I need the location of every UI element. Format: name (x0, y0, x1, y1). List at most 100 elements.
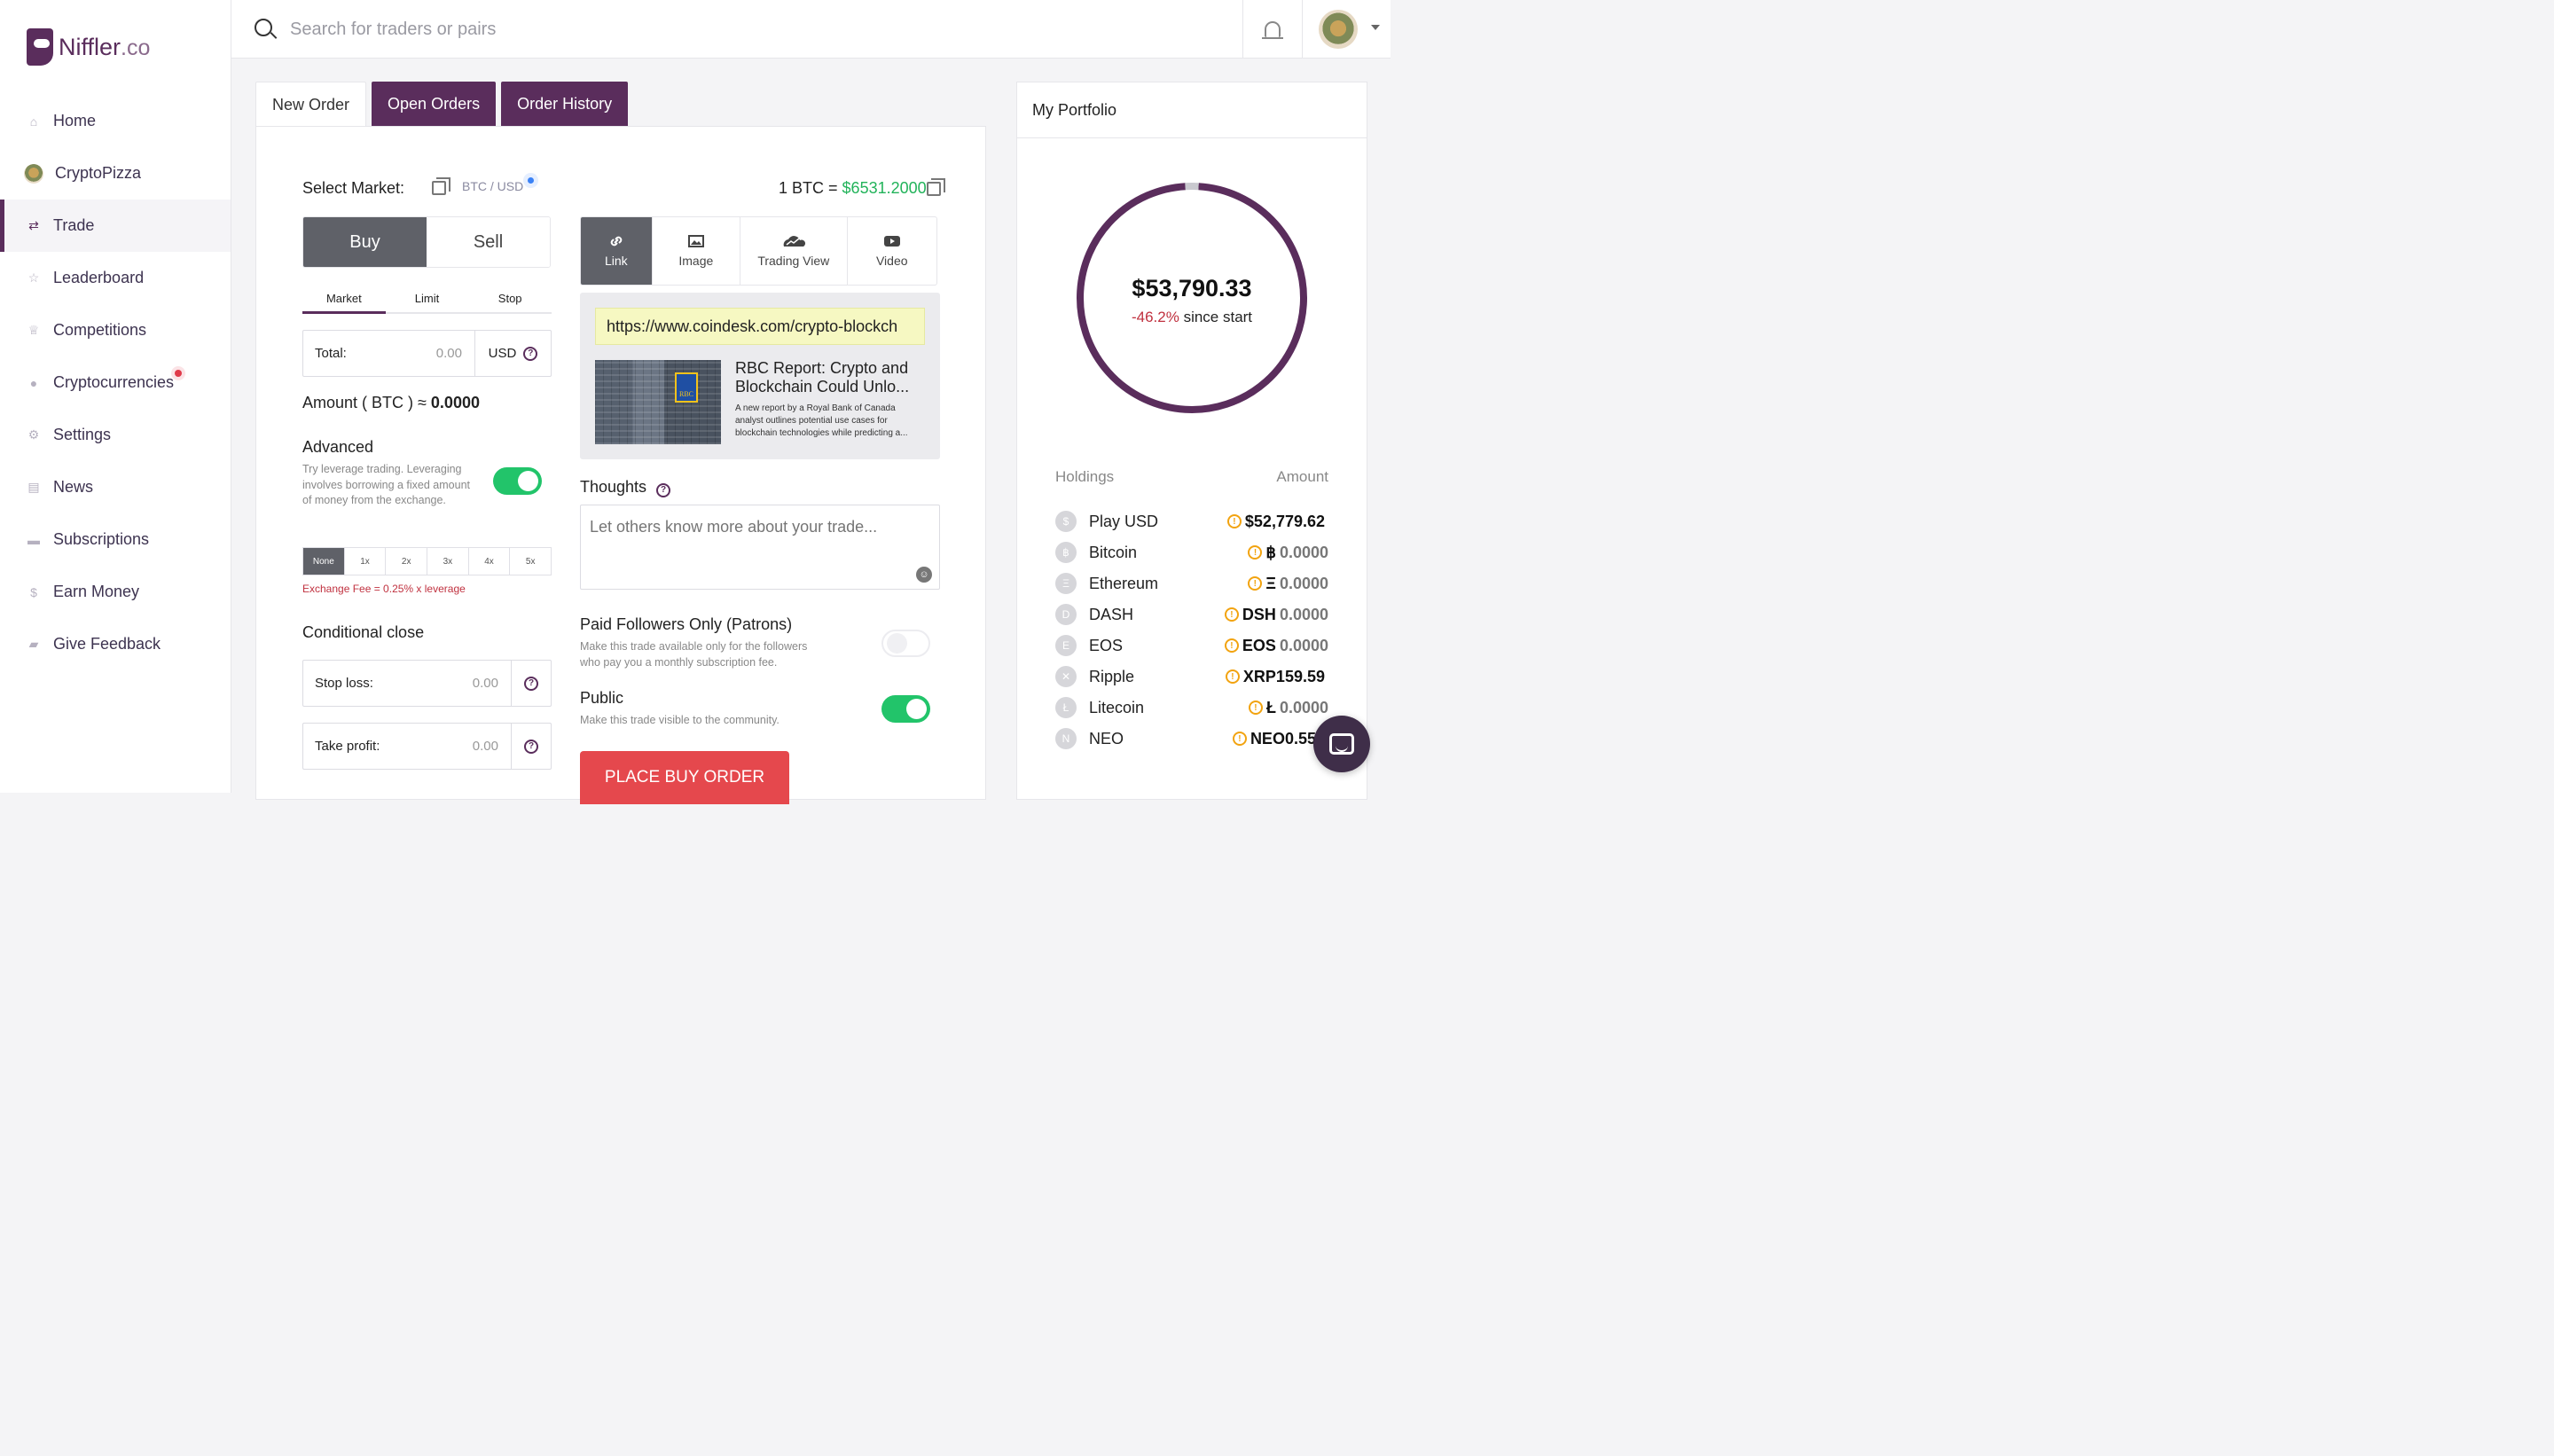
tab-video[interactable]: Video (848, 217, 937, 285)
warning-icon[interactable]: ! (1248, 545, 1263, 560)
holdings-header: Holdings Amount (1055, 468, 1328, 486)
tab-limit[interactable]: Limit (386, 283, 469, 312)
holding-row-litecoin[interactable]: Ł Litecoin ! Ł 0.0000 (1055, 694, 1328, 721)
warning-icon[interactable]: ! (1232, 732, 1247, 746)
holding-row-dash[interactable]: D DASH ! DSH 0.0000 (1055, 601, 1328, 628)
public-toggle[interactable] (881, 695, 930, 723)
sidebar-item-label: Trade (53, 216, 95, 234)
holding-row-neo[interactable]: N NEO! NEO0.558 (1055, 725, 1328, 752)
notifications-button[interactable] (1242, 0, 1302, 59)
article-thumbnail[interactable]: RBC (595, 360, 721, 444)
search-input[interactable] (290, 16, 822, 43)
public-title: Public (580, 689, 624, 707)
holding-row-eos[interactable]: E EOS ! EOS 0.0000 (1055, 632, 1328, 659)
sidebar-item-competitions[interactable]: ♕ Competitions (0, 304, 231, 356)
portfolio-total: $53,790.33 (1132, 275, 1252, 301)
warning-icon[interactable]: ! (1248, 701, 1263, 715)
sidebar-item-label: Settings (53, 426, 112, 443)
ripple-icon: ✕ (1055, 666, 1077, 687)
tab-open-orders[interactable]: Open Orders (372, 82, 497, 127)
thoughts-textarea[interactable] (580, 505, 940, 590)
portfolio-panel: My Portfolio $53,790.33 -46.2% since sta… (1016, 82, 1367, 800)
help-icon[interactable]: ? (656, 482, 671, 497)
top-bar (231, 0, 1391, 59)
logo[interactable]: Niffler.co (27, 28, 150, 66)
sidebar-item-home[interactable]: ⌂ Home (0, 95, 231, 147)
copy-icon[interactable] (927, 178, 945, 196)
help-icon[interactable]: ? (524, 676, 538, 691)
leverage-option-5x[interactable]: 5x (510, 548, 551, 575)
warning-icon[interactable]: ! (1226, 514, 1242, 528)
holding-name: Bitcoin (1089, 543, 1138, 561)
take-profit-field[interactable]: Take profit: 0.00 ? (302, 723, 552, 770)
portfolio-title: My Portfolio (1017, 82, 1367, 138)
buy-button[interactable]: Buy (303, 217, 427, 267)
market-select-icon[interactable] (432, 177, 450, 195)
gear-icon: ⚙ (27, 427, 40, 442)
total-field[interactable]: Total: 0.00 USD? (302, 330, 552, 377)
stop-loss-field[interactable]: Stop loss: 0.00 ? (302, 660, 552, 707)
paid-followers-toggle[interactable] (881, 630, 930, 657)
advanced-title: Advanced (302, 438, 374, 456)
warning-icon[interactable]: ! (1224, 607, 1239, 622)
leverage-option-none[interactable]: None (303, 548, 345, 575)
tab-trading-view-label: Trading View (757, 254, 830, 268)
holding-row-ethereum[interactable]: Ξ Ethereum ! Ξ 0.0000 (1055, 570, 1328, 597)
tab-link[interactable]: Link (581, 217, 653, 285)
leverage-option-4x[interactable]: 4x (469, 548, 511, 575)
holding-row-play-usd[interactable]: $ Play USD ! $52,779.62 (1055, 508, 1328, 535)
total-label: Total: (315, 346, 347, 361)
holding-amount: ! Ł 0.0000 (1248, 699, 1328, 717)
help-icon[interactable]: ? (524, 739, 538, 754)
take-profit-value[interactable]: 0.00 (473, 739, 511, 754)
tab-stop[interactable]: Stop (468, 283, 552, 312)
leverage-toggle[interactable] (493, 467, 542, 495)
user-menu[interactable] (1302, 0, 1391, 59)
sidebar-item-earn-money[interactable]: $ Earn Money (0, 566, 231, 618)
order-tabs: New Order Open Orders Order History (255, 82, 629, 128)
tab-market[interactable]: Market (302, 283, 386, 314)
link-icon (610, 236, 623, 247)
trophy-icon: ♕ (27, 323, 40, 337)
leverage-option-1x[interactable]: 1x (345, 548, 387, 575)
sidebar-item-subscriptions[interactable]: ▬ Subscriptions (0, 513, 231, 566)
leverage-option-3x[interactable]: 3x (427, 548, 469, 575)
warning-icon[interactable]: ! (1224, 638, 1239, 653)
sidebar-item-news[interactable]: ▤ News (0, 461, 231, 513)
holding-row-bitcoin[interactable]: ฿ Bitcoin ! ฿ 0.0000 (1055, 539, 1328, 566)
sidebar-item-label: CryptoPizza (55, 164, 142, 182)
sell-button[interactable]: Sell (427, 217, 550, 267)
holding-row-ripple[interactable]: ✕ Ripple ! XRP159.59 (1055, 663, 1328, 690)
tab-new-order[interactable]: New Order (255, 82, 367, 128)
sidebar-item-give-feedback[interactable]: ▰ Give Feedback (0, 618, 231, 670)
help-icon[interactable]: ? (523, 346, 538, 361)
link-preview: https://www.coindesk.com/crypto-blockch … (580, 293, 940, 459)
sidebar-item-settings[interactable]: ⚙ Settings (0, 409, 231, 461)
warning-icon[interactable]: ! (1225, 669, 1240, 684)
sidebar-item-trade[interactable]: ⇄ Trade (0, 200, 231, 252)
tab-video-label: Video (875, 254, 908, 268)
tab-order-history[interactable]: Order History (501, 82, 629, 127)
stop-loss-value[interactable]: 0.00 (473, 676, 511, 691)
dollar-icon: $ (30, 584, 37, 599)
holdings-label: Holdings (1055, 468, 1115, 485)
emoji-icon[interactable]: ☺ (916, 567, 932, 583)
sidebar-item-leaderboard[interactable]: ☆ Leaderboard (0, 252, 231, 304)
tab-image[interactable]: Image (653, 217, 741, 285)
holding-name: Litecoin (1089, 698, 1145, 716)
article-title[interactable]: RBC Report: Crypto and Blockchain Could … (735, 359, 926, 396)
chat-launcher-button[interactable] (1313, 716, 1370, 772)
tab-trading-view[interactable]: Trading View (740, 217, 848, 285)
new-order-panel: Select Market: BTC / USD 1 BTC = $6531.2… (255, 126, 986, 804)
leverage-option-2x[interactable]: 2x (386, 548, 428, 575)
sidebar-item-cryptopizza[interactable]: CryptoPizza (0, 147, 231, 200)
total-value[interactable]: 0.00 (436, 346, 474, 361)
place-buy-order-button[interactable]: PLACE BUY ORDER (580, 751, 789, 804)
sidebar-item-cryptocurrencies[interactable]: ● Cryptocurrencies (0, 356, 231, 409)
amount-estimate: Amount ( BTC ) ≈ 0.0000 (302, 394, 480, 411)
market-pair-selector[interactable]: BTC / USD (462, 179, 523, 193)
sidebar-item-label: Give Feedback (53, 635, 161, 653)
url-input[interactable]: https://www.coindesk.com/crypto-blockch (595, 308, 925, 345)
article-description: A new report by a Royal Bank of Canada a… (735, 403, 908, 438)
warning-icon[interactable]: ! (1248, 576, 1263, 591)
